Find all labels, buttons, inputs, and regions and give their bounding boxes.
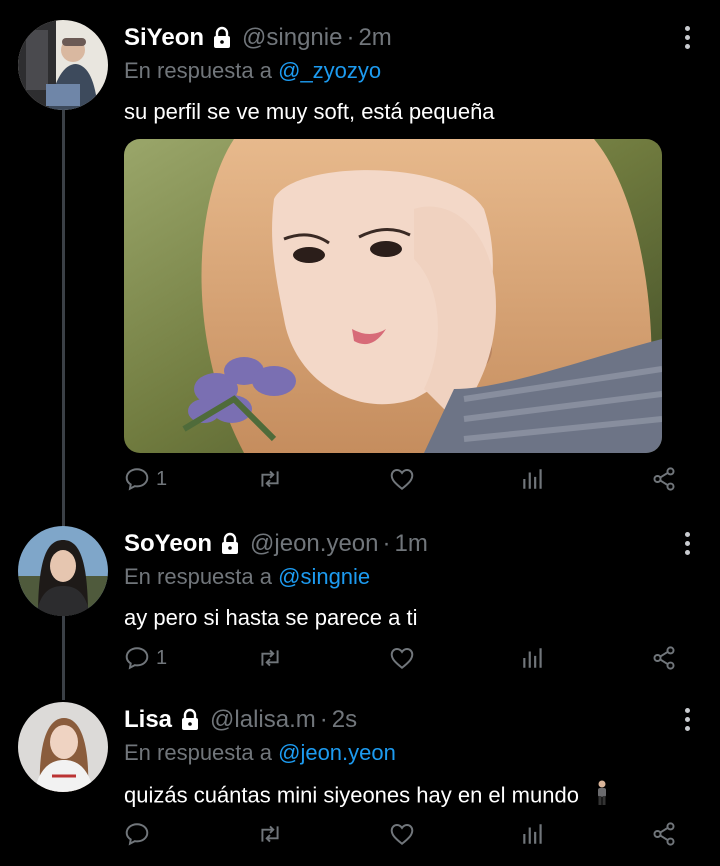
tweet-text-body: quizás cuántas mini siyeones hay en el m… — [124, 782, 579, 808]
display-name[interactable]: SiYeon — [124, 24, 204, 52]
share-button[interactable] — [651, 821, 677, 847]
share-icon — [653, 467, 675, 491]
tweet-header: Lisa @lalisa.m · 2s — [124, 702, 700, 738]
share-button[interactable] — [651, 645, 677, 671]
separator-dot: · — [346, 24, 355, 51]
retweet-button[interactable] — [256, 466, 284, 492]
reply-icon — [125, 823, 149, 846]
reply-context: En respuesta a @jeon.yeon — [124, 738, 700, 768]
tweet-text: su perfil se ve muy soft, está pequeña — [124, 99, 495, 124]
reply-count: 1 — [156, 646, 168, 669]
separator-dot: · — [319, 706, 328, 733]
like-button[interactable] — [388, 821, 416, 847]
like-button[interactable] — [388, 645, 416, 671]
timestamp[interactable]: 2s — [332, 706, 357, 734]
user-handle[interactable]: @lalisa.m — [210, 706, 316, 734]
views-button[interactable] — [520, 466, 546, 492]
heart-icon — [390, 824, 414, 845]
reply-context: En respuesta a @_zyozyo — [124, 56, 700, 86]
reply-icon — [125, 647, 149, 670]
timestamp[interactable]: 2m — [358, 24, 391, 52]
tweet-actions: 1 — [124, 645, 684, 679]
reply-mention-link[interactable]: @_zyozyo — [278, 58, 381, 83]
reply-prefix: En respuesta a — [124, 564, 272, 589]
reply-prefix: En respuesta a — [124, 740, 272, 765]
tweet-header: SoYeon @jeon.yeon · 1m — [124, 526, 700, 562]
tweet-actions — [124, 821, 684, 855]
views-button[interactable] — [520, 821, 546, 847]
retweet-icon — [261, 649, 279, 667]
avatar[interactable] — [18, 526, 108, 616]
avatar[interactable] — [18, 702, 108, 792]
share-icon — [653, 822, 675, 846]
reply-button[interactable] — [124, 821, 156, 847]
display-name[interactable]: SoYeon — [124, 530, 212, 558]
reply-prefix: En respuesta a — [124, 58, 272, 83]
avatar[interactable] — [18, 20, 108, 110]
reply-mention-link[interactable]: @singnie — [278, 564, 370, 589]
separator-dot: · — [382, 530, 391, 557]
reply-button[interactable]: 1 — [124, 645, 167, 671]
views-icon — [523, 824, 542, 844]
user-handle[interactable]: @singnie — [242, 24, 342, 52]
reply-context: En respuesta a @singnie — [124, 562, 700, 592]
share-icon — [653, 646, 675, 670]
user-handle[interactable]: @jeon.yeon — [250, 530, 378, 558]
more-vertical-icon[interactable] — [685, 26, 690, 49]
more-vertical-icon[interactable] — [685, 532, 690, 555]
share-button[interactable] — [651, 466, 677, 492]
views-icon — [523, 648, 542, 668]
tweet-photo[interactable] — [124, 139, 662, 453]
lock-icon — [178, 708, 202, 732]
retweet-icon — [261, 470, 279, 488]
lock-icon — [218, 532, 242, 556]
standing-person-emoji — [595, 780, 609, 813]
more-vertical-icon[interactable] — [685, 708, 690, 731]
views-button[interactable] — [520, 645, 546, 671]
retweet-button[interactable] — [256, 645, 284, 671]
views-icon — [523, 469, 542, 489]
tweet-actions: 1 — [124, 466, 684, 500]
tweet-text: quizás cuántas mini siyeones hay en el m… — [124, 780, 700, 813]
reply-button[interactable]: 1 — [124, 466, 167, 492]
like-button[interactable] — [388, 466, 416, 492]
reply-icon — [125, 468, 149, 491]
timestamp[interactable]: 1m — [394, 530, 427, 558]
tweet-text: ay pero si hasta se parece a ti — [124, 605, 418, 630]
heart-icon — [390, 469, 414, 490]
tweet-header: SiYeon @singnie · 2m — [124, 20, 700, 56]
reply-count: 1 — [156, 467, 168, 490]
heart-icon — [390, 648, 414, 669]
retweet-button[interactable] — [256, 821, 284, 847]
retweet-icon — [261, 825, 279, 843]
display-name[interactable]: Lisa — [124, 706, 172, 734]
lock-icon — [210, 26, 234, 50]
reply-mention-link[interactable]: @jeon.yeon — [278, 740, 396, 765]
